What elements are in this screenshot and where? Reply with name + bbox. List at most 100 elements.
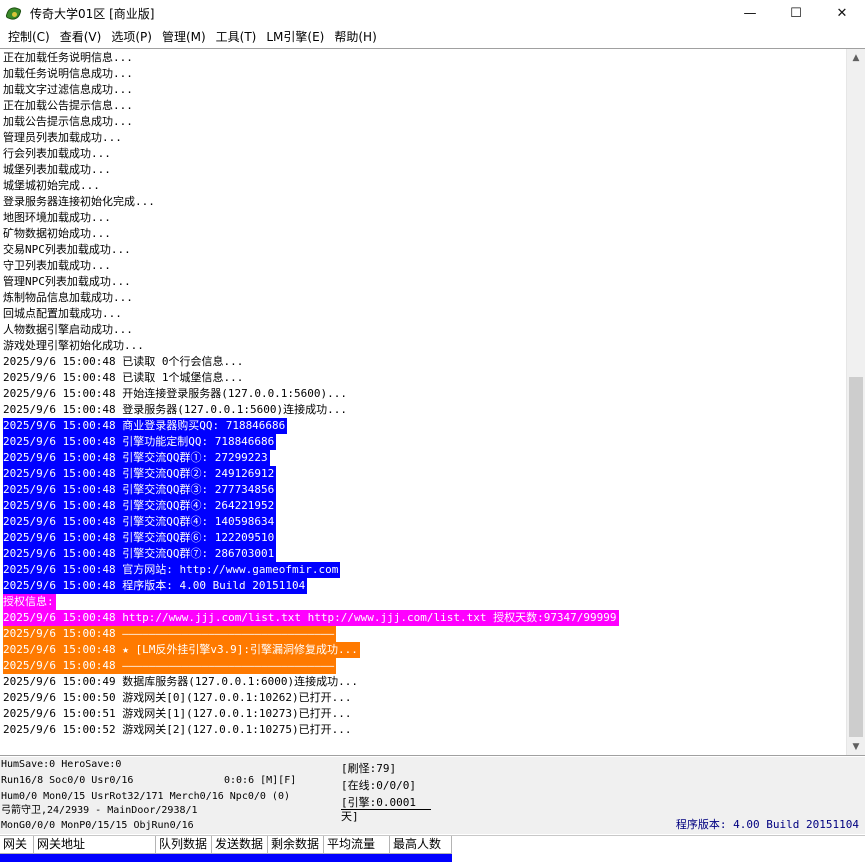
log-line: 加载任务说明信息成功... [3, 66, 843, 82]
menu-options[interactable]: 选项(P) [106, 27, 157, 47]
log-line: 炼制物品信息加载成功... [3, 290, 843, 306]
log-line-text: 2025/9/6 15:00:49 数据库服务器(127.0.0.1:6000)… [3, 675, 359, 688]
col-remaining-data[interactable]: 剩余数据 [268, 836, 324, 854]
log-line-text: 2025/9/6 15:00:51 游戏网关[1](127.0.0.1:1027… [3, 707, 352, 720]
online-count-label: [在线:0/0/0] [341, 779, 416, 792]
status-save: HumSave:0 HeroSave:0 [1, 759, 122, 770]
menu-tools[interactable]: 工具(T) [211, 27, 262, 47]
log-line: 2025/9/6 15:00:48 已读取 0个行会信息... [3, 354, 843, 370]
log-line-text: 回城点配置加载成功... [3, 307, 122, 320]
log-line-text: 2025/9/6 15:00:48 已读取 1个城堡信息... [3, 371, 244, 384]
log-line: 管理员列表加载成功... [3, 130, 843, 146]
program-version: 程序版本: 4.00 Build 20151104 [675, 818, 859, 831]
log-line: 2025/9/6 15:00:48 http://www.jjj.com/lis… [3, 610, 843, 626]
log-line: 2025/9/6 15:00:48 ——————————————————————… [3, 658, 843, 674]
log-line: 2025/9/6 15:00:48 ——————————————————————… [3, 626, 843, 642]
gate-table: 网关 网关地址 队列数据 发送数据 剩余数据 平均流量 最高人数 [0, 835, 865, 862]
log-line: 回城点配置加载成功... [3, 306, 843, 322]
log-line-text: 2025/9/6 15:00:48 引擎交流QQ群③: 277734856 [3, 482, 277, 498]
maximize-button[interactable]: ☐ [773, 0, 819, 27]
log-line: 加载文字过滤信息成功... [3, 82, 843, 98]
log-line-text: 加载任务说明信息成功... [3, 67, 133, 80]
log-line-text: 地图环境加载成功... [3, 211, 111, 224]
log-line-text: 守卫列表加载成功... [3, 259, 111, 272]
gate-table-header: 网关 网关地址 队列数据 发送数据 剩余数据 平均流量 最高人数 [0, 836, 452, 854]
log-line-text: 城堡城初始完成... [3, 179, 100, 192]
log-line-text: 授权信息: [3, 594, 56, 610]
log-line: 2025/9/6 15:00:49 数据库服务器(127.0.0.1:6000)… [3, 674, 843, 690]
scroll-down-icon[interactable]: ▼ [847, 738, 865, 755]
log-line-text: 2025/9/6 15:00:52 游戏网关[2](127.0.0.1:1027… [3, 723, 352, 736]
log-line: 地图环境加载成功... [3, 210, 843, 226]
log-line: 2025/9/6 15:00:48 ★ [LM反外挂引擎v3.9]:引擎漏洞修复… [3, 642, 843, 658]
log-line-text: 2025/9/6 15:00:48 官方网站: http://www.gameo… [3, 562, 341, 578]
log-line-text: 2025/9/6 15:00:48 引擎交流QQ群⑥: 122209510 [3, 530, 277, 546]
log-line: 游戏处理引擎初始化成功... [3, 338, 843, 354]
scroll-thumb[interactable] [849, 377, 863, 737]
log-line-text: 2025/9/6 15:00:48 程序版本: 4.00 Build 20151… [3, 578, 308, 594]
minimize-button[interactable]: — [727, 0, 773, 27]
log-panel[interactable]: 正在加载任务说明信息... 加载任务说明信息成功... 加载文字过滤信息成功... 正… [0, 48, 865, 756]
log-line-text: 游戏处理引擎初始化成功... [3, 339, 144, 352]
menu-view[interactable]: 查看(V) [55, 27, 107, 47]
log-line-text: 矿物数据初始成功... [3, 227, 111, 240]
table-row-selected[interactable] [0, 854, 452, 862]
log-scrollbar[interactable]: ▲ ▼ [846, 49, 865, 755]
log-line-text: 2025/9/6 15:00:48 商业登录器购买QQ: 718846686 [3, 418, 288, 434]
log-line: 矿物数据初始成功... [3, 226, 843, 242]
log-line-text: 行会列表加载成功... [3, 147, 111, 160]
log-lines: 正在加载任务说明信息... 加载任务说明信息成功... 加载文字过滤信息成功... 正… [3, 50, 843, 738]
log-line: 2025/9/6 15:00:48 程序版本: 4.00 Build 20151… [3, 578, 843, 594]
refresh-monsters-label: [刷怪:79] [341, 762, 397, 775]
log-line: 管理NPC列表加载成功... [3, 274, 843, 290]
col-send-data[interactable]: 发送数据 [212, 836, 268, 854]
log-line: 登录服务器连接初始化完成... [3, 194, 843, 210]
col-gate[interactable]: 网关 [0, 836, 34, 854]
log-line: 人物数据引擎启动成功... [3, 322, 843, 338]
log-line: 2025/9/6 15:00:48 开始连接登录服务器(127.0.0.1:56… [3, 386, 843, 402]
log-line-text: 加载公告提示信息成功... [3, 115, 133, 128]
col-gate-address[interactable]: 网关地址 [34, 836, 156, 854]
log-line: 交易NPC列表加载成功... [3, 242, 843, 258]
app-leaf-icon [5, 4, 22, 22]
log-line-text: 2025/9/6 15:00:48 引擎交流QQ群②: 249126912 [3, 466, 277, 482]
log-line: 2025/9/6 15:00:51 游戏网关[1](127.0.0.1:1027… [3, 706, 843, 722]
log-line-text: 2025/9/6 15:00:48 开始连接登录服务器(127.0.0.1:56… [3, 387, 348, 400]
log-line-text: 2025/9/6 15:00:48 ★ [LM反外挂引擎v3.9]:引擎漏洞修复… [3, 642, 360, 658]
log-line-text: 2025/9/6 15:00:48 引擎功能定制QQ: 718846686 [3, 434, 277, 450]
menu-bar: 控制(C) 查看(V) 选项(P) 管理(M) 工具(T) LM引擎(E) 帮助… [0, 27, 865, 47]
status-guard: 弓箭守卫,24/2939 - MainDoor/2938/1 [1, 805, 198, 816]
log-line: 2025/9/6 15:00:50 游戏网关[0](127.0.0.1:1026… [3, 690, 843, 706]
log-line: 2025/9/6 15:00:48 引擎交流QQ群①: 27299223 [3, 450, 843, 466]
log-line: 2025/9/6 15:00:48 引擎交流QQ群⑦: 286703001 [3, 546, 843, 562]
log-line: 2025/9/6 15:00:48 引擎交流QQ群④: 140598634 [3, 514, 843, 530]
window-title: 传奇大学01区 [商业版] [30, 7, 155, 21]
log-line-text: 管理员列表加载成功... [3, 131, 122, 144]
log-line: 城堡列表加载成功... [3, 162, 843, 178]
log-line: 2025/9/6 15:00:48 登录服务器(127.0.0.1:5600)连… [3, 402, 843, 418]
log-line-text: 城堡列表加载成功... [3, 163, 111, 176]
scroll-up-icon[interactable]: ▲ [847, 49, 865, 66]
log-line: 2025/9/6 15:00:52 游戏网关[2](127.0.0.1:1027… [3, 722, 843, 738]
log-line-text: 2025/9/6 15:00:48 ——————————————————————… [3, 626, 337, 642]
log-line-text: 2025/9/6 15:00:48 引擎交流QQ群①: 27299223 [3, 450, 270, 466]
close-button[interactable]: ✕ [819, 0, 865, 27]
menu-manage[interactable]: 管理(M) [157, 27, 211, 47]
menu-help[interactable]: 帮助(H) [329, 27, 381, 47]
log-line: 2025/9/6 15:00:48 商业登录器购买QQ: 718846686 [3, 418, 843, 434]
log-line-text: 2025/9/6 15:00:48 ——————————————————————… [3, 658, 337, 674]
status-run: Run16/8 Soc0/0 Usr0/16 [1, 775, 134, 786]
col-max-users[interactable]: 最高人数 [390, 836, 452, 854]
menu-lm-engine[interactable]: LM引擎(E) [261, 27, 329, 47]
col-average-traffic[interactable]: 平均流量 [324, 836, 390, 854]
menu-control[interactable]: 控制(C) [3, 27, 55, 47]
log-line-text: 炼制物品信息加载成功... [3, 291, 133, 304]
log-line-text: 2025/9/6 15:00:48 http://www.jjj.com/lis… [3, 610, 619, 626]
log-line: 2025/9/6 15:00:48 引擎交流QQ群②: 249126912 [3, 466, 843, 482]
col-queue-data[interactable]: 队列数据 [156, 836, 212, 854]
log-line-text: 登录服务器连接初始化完成... [3, 195, 155, 208]
log-line-text: 2025/9/6 15:00:48 引擎交流QQ群⑦: 286703001 [3, 546, 277, 562]
title-bar: 传奇大学01区 [商业版] — ☐ ✕ [0, 0, 865, 27]
log-line: 正在加载公告提示信息... [3, 98, 843, 114]
log-line: 2025/9/6 15:00:48 官方网站: http://www.gameo… [3, 562, 843, 578]
